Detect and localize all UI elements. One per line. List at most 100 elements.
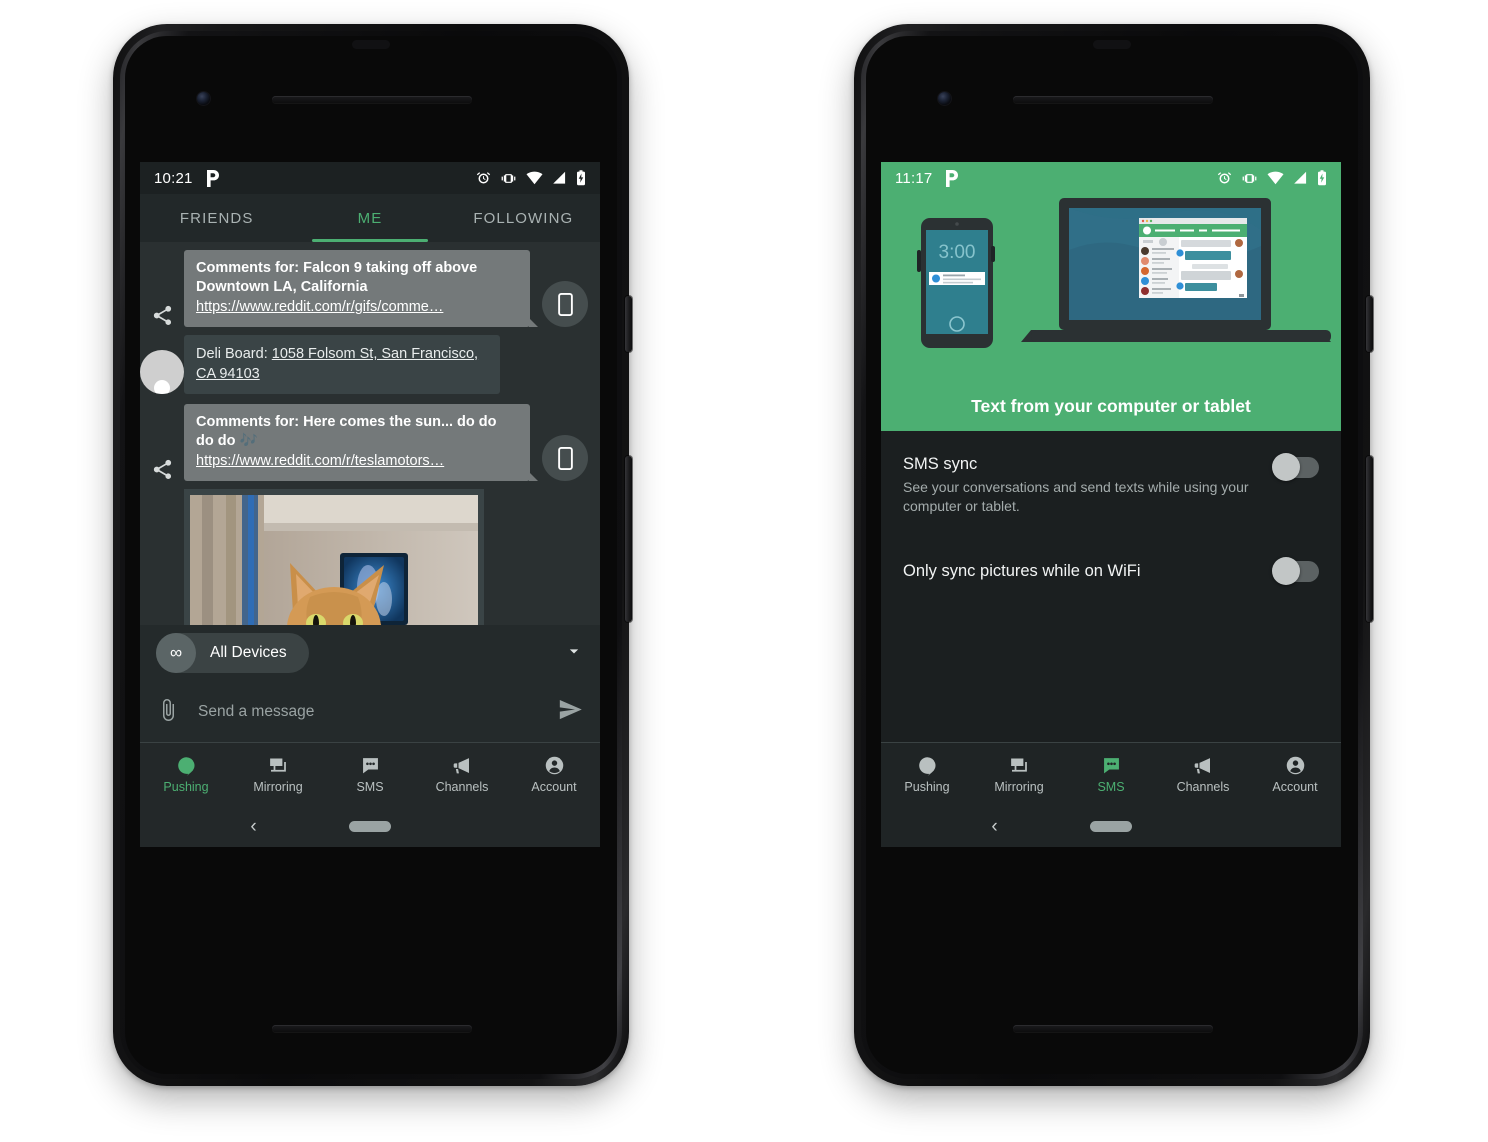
nav-label: Pushing	[163, 779, 209, 794]
volume-button[interactable]	[1366, 456, 1373, 622]
bottom-navigation: Pushing Mirroring SMS Channels Account	[140, 742, 600, 805]
send-icon[interactable]	[557, 696, 584, 728]
device-chip[interactable]: ∞ All Devices	[156, 633, 309, 673]
tab-friends-label: FRIENDS	[179, 209, 254, 227]
tab-friends[interactable]: FRIENDS	[140, 194, 293, 242]
avatar	[140, 350, 184, 394]
paperclip-icon[interactable]	[156, 698, 180, 727]
nav-item-account[interactable]: Account	[1249, 755, 1341, 794]
bottom-speaker	[1013, 1025, 1213, 1032]
shared-link-bubble[interactable]: Comments for: Here comes the sun... do d…	[184, 404, 538, 481]
signal-icon	[552, 171, 567, 185]
avatar-image	[140, 350, 184, 394]
avatar-silhouette	[154, 380, 170, 394]
nav-label: Pushing	[904, 779, 950, 794]
earpiece-speaker	[272, 96, 472, 103]
chat-bubble-icon	[918, 756, 936, 776]
device-target-button[interactable]	[542, 435, 588, 481]
shared-link-bubble[interactable]: Comments for: Falcon 9 taking off above …	[184, 250, 538, 327]
nav-item-channels[interactable]: Channels	[416, 755, 508, 794]
nav-item-account[interactable]: Account	[508, 755, 600, 794]
bubble-link[interactable]: https://www.reddit.com/r/teslamotors…	[196, 451, 518, 471]
nav-label: Channels	[1176, 779, 1230, 794]
vibrate-icon	[1241, 171, 1258, 186]
nav-item-mirroring[interactable]: Mirroring	[232, 755, 324, 794]
svg-text:3:00: 3:00	[939, 242, 976, 263]
plain-message-bubble[interactable]: Deli Board: 1058 Folsom St, San Francisc…	[184, 335, 500, 394]
message-composer: ∞ All Devices Send a message	[140, 625, 600, 743]
home-pill[interactable]	[349, 820, 391, 832]
right-phone-device: 11:17 3:00 Text from your computer or ta…	[854, 24, 1373, 1086]
status-time: 10:21	[154, 169, 193, 187]
toggle-thumb	[1272, 556, 1300, 585]
bubble-tail	[529, 472, 538, 481]
sms-icon	[362, 757, 378, 773]
earpiece-speaker	[1013, 96, 1213, 103]
sms-sync-toggle[interactable]	[1272, 453, 1319, 481]
power-button[interactable]	[1366, 296, 1373, 352]
nav-item-pushing[interactable]: Pushing	[881, 755, 973, 794]
toggle-thumb	[1272, 453, 1300, 481]
chat-bubble-icon	[177, 756, 195, 776]
message-thread: Comments for: Falcon 9 taking off above …	[140, 242, 600, 651]
nav-label: Account	[531, 779, 577, 794]
nav-item-sms[interactable]: SMS	[1065, 755, 1157, 794]
front-camera-icon	[938, 92, 951, 105]
device-chip-label: All Devices	[210, 644, 287, 661]
search-input[interactable]: Send a message	[198, 703, 557, 721]
setting-row-sms-sync[interactable]: SMS sync See your conversations and send…	[903, 453, 1319, 516]
left-status-bar: 10:21	[140, 162, 600, 194]
nav-item-sms[interactable]: SMS	[324, 755, 416, 794]
tab-bar: FRIENDS ME FOLLOWING	[140, 194, 600, 242]
nav-label: Channels	[435, 779, 489, 794]
pushbullet-badge-icon	[205, 169, 220, 187]
sms-icon	[1103, 757, 1119, 773]
tab-following[interactable]: FOLLOWING	[447, 194, 600, 242]
message-row[interactable]: Comments for: Here comes the sun... do d…	[140, 404, 600, 481]
nav-label: Mirroring	[994, 779, 1044, 794]
tab-me[interactable]: ME	[293, 194, 446, 242]
message-row[interactable]: Comments for: Falcon 9 taking off above …	[140, 250, 600, 327]
wifi-only-toggle[interactable]	[1272, 556, 1319, 585]
left-phone-device: 10:21 FRIENDS ME FOLLOWING Comments for:…	[113, 24, 632, 1086]
nav-item-channels[interactable]: Channels	[1157, 755, 1249, 794]
nav-label: Mirroring	[253, 779, 303, 794]
nav-label: SMS	[356, 779, 384, 794]
chevron-left-icon[interactable]: ‹	[250, 817, 256, 836]
home-pill[interactable]	[1090, 820, 1132, 832]
bubble-title: Comments for: Here comes the sun... do d…	[196, 414, 497, 449]
pushbullet-badge-icon	[944, 169, 959, 187]
top-sensor-notch	[352, 40, 390, 49]
vibrate-icon	[500, 171, 517, 186]
sms-sync-hero-banner: 3:00 Text from your computer or tablet	[881, 194, 1341, 431]
right-phone-face: 11:17 3:00 Text from your computer or ta…	[866, 36, 1358, 1074]
message-input-row: Send a message	[140, 681, 600, 743]
power-button[interactable]	[625, 296, 632, 352]
setting-subtitle: See your conversations and send texts wh…	[903, 479, 1249, 514]
megaphone-icon	[1194, 757, 1210, 773]
setting-title: SMS sync	[903, 455, 978, 473]
monitor-icon	[1011, 758, 1027, 772]
account-icon	[545, 756, 563, 774]
nav-item-pushing[interactable]: Pushing	[140, 755, 232, 794]
nav-item-mirroring[interactable]: Mirroring	[973, 755, 1065, 794]
tab-me-label: ME	[357, 209, 383, 227]
all-devices-icon: ∞	[156, 633, 196, 673]
monitor-icon	[270, 758, 286, 772]
top-sensor-notch	[1093, 40, 1131, 49]
message-row[interactable]: Deli Board: 1058 Folsom St, San Francisc…	[140, 335, 600, 394]
share-icon	[140, 458, 184, 481]
battery-charging-icon	[576, 170, 586, 186]
device-target-button[interactable]	[542, 281, 588, 327]
bubble-title: Comments for: Falcon 9 taking off above …	[196, 260, 478, 295]
setting-row-wifi-only[interactable]: Only sync pictures while on WiFi	[903, 556, 1319, 585]
bubble-tail	[529, 318, 538, 327]
chevron-down-icon[interactable]	[564, 641, 584, 666]
bubble-link[interactable]: https://www.reddit.com/r/gifs/comme…	[196, 297, 518, 317]
battery-charging-icon	[1317, 170, 1327, 186]
status-time: 11:17	[895, 169, 933, 187]
volume-button[interactable]	[625, 456, 632, 622]
right-status-bar: 11:17	[881, 162, 1341, 194]
share-icon	[140, 304, 184, 327]
chevron-left-icon[interactable]: ‹	[991, 817, 997, 836]
